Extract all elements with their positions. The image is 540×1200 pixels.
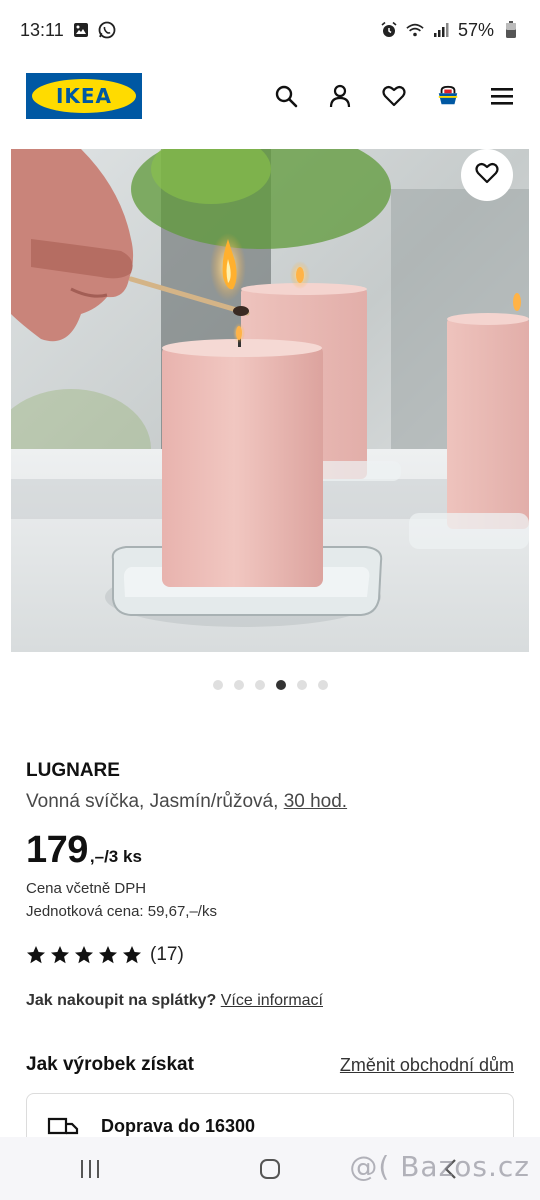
heart-icon <box>475 162 499 189</box>
star-icon <box>51 946 69 964</box>
whatsapp-icon <box>98 21 116 39</box>
battery-percent: 57% <box>457 19 494 40</box>
price: 179 ,–/3 ks <box>26 829 516 872</box>
star-icon <box>27 946 45 964</box>
installment-info: Jak nakoupit na splátky? Více informací <box>26 992 516 1010</box>
alarm-icon <box>380 21 398 39</box>
app-header: IKEA <box>0 60 540 132</box>
product-name: LUGNARE <box>26 760 120 781</box>
carousel-dot[interactable] <box>212 680 223 690</box>
logo-text: IKEA <box>32 79 136 113</box>
availability-title: Jak výrobek získat <box>26 1054 194 1075</box>
more-info-link[interactable]: Více informací <box>221 992 323 1009</box>
change-store-link[interactable]: Změnit obchodní dům <box>340 1055 514 1076</box>
favourite-button[interactable] <box>461 149 513 201</box>
carousel-dot-active[interactable] <box>275 680 286 690</box>
wifi-icon <box>406 21 424 39</box>
signal-icon <box>432 21 450 39</box>
product-image[interactable] <box>11 149 529 652</box>
product-description: Vonná svíčka, Jasmín/růžová, 30 hod. <box>26 791 516 813</box>
carousel-indicator <box>0 678 540 692</box>
star-icon <box>99 946 117 964</box>
bazos-watermark: @( Bazos.cz <box>349 1150 530 1183</box>
home-button[interactable] <box>240 1149 300 1189</box>
carousel-dot[interactable] <box>296 680 307 690</box>
unit-price: Jednotková cena: 59,67,–/ks <box>26 903 217 920</box>
status-time: 13:11 <box>20 19 64 40</box>
status-bar: 13:11 57% <box>0 0 540 60</box>
installment-label: Jak nakoupit na splátky? <box>26 992 217 1009</box>
search-icon[interactable] <box>274 84 298 108</box>
burn-time-link[interactable]: 30 hod. <box>284 791 347 812</box>
availability-header: Jak výrobek získat Změnit obchodní dům <box>26 1054 514 1076</box>
vat-note: Cena včetně DPH <box>26 880 147 897</box>
gallery-icon <box>72 21 90 39</box>
product-description-text: Vonná svíčka, Jasmín/růžová, <box>26 791 284 812</box>
menu-icon[interactable] <box>490 84 514 108</box>
carousel-dot[interactable] <box>233 680 244 690</box>
user-icon[interactable] <box>328 84 352 108</box>
rating-stars <box>26 945 142 965</box>
carousel-dot[interactable] <box>254 680 265 690</box>
review-count: (17) <box>150 944 184 965</box>
rating[interactable]: (17) <box>26 944 516 966</box>
ikea-logo[interactable]: IKEA <box>26 73 142 119</box>
recent-apps-button[interactable] <box>60 1149 120 1189</box>
heart-icon[interactable] <box>382 84 406 108</box>
price-suffix: ,–/3 ks <box>89 847 142 866</box>
price-main: 179 <box>26 829 88 871</box>
star-icon <box>75 946 93 964</box>
star-icon <box>123 946 141 964</box>
product-info: LUGNARE Vonná svíčka, Jasmín/růžová, 30 … <box>26 760 516 1010</box>
delivery-label: Doprava do 16300 <box>101 1116 256 1136</box>
carousel-dot[interactable] <box>317 680 328 690</box>
battery-icon <box>502 21 520 39</box>
basket-icon[interactable] <box>436 84 460 108</box>
